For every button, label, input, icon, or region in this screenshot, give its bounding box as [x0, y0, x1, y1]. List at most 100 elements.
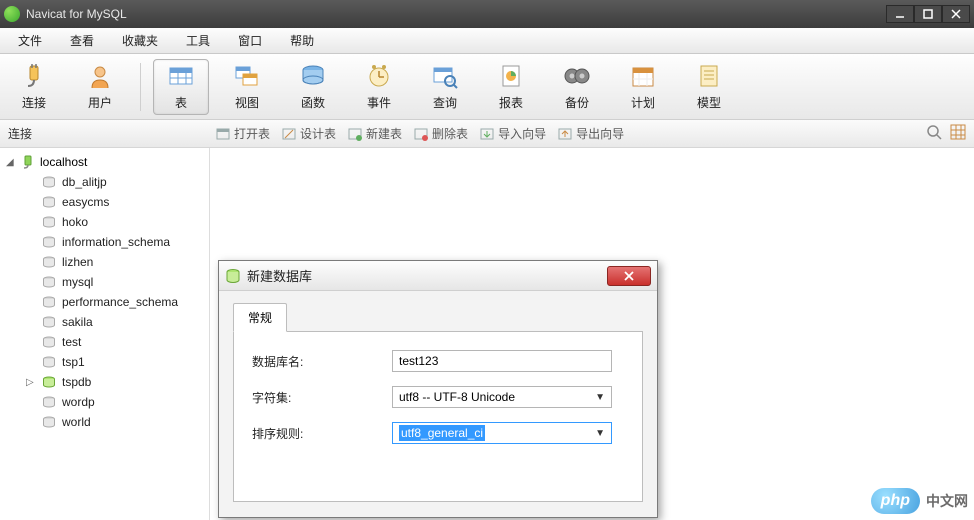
database-icon	[42, 236, 56, 248]
tree-db-label: information_schema	[62, 235, 170, 249]
select-collation[interactable]: utf8_general_ci ▼	[392, 422, 612, 444]
view-icon	[233, 62, 261, 90]
tree-db-label: lizhen	[62, 255, 93, 269]
database-icon	[42, 276, 56, 288]
function-icon	[299, 62, 327, 90]
database-icon	[42, 416, 56, 428]
toolbar-view[interactable]: 视图	[219, 59, 275, 115]
main-toolbar: 连接 用户 表 视图 函数 事件 查询 报表 备份 计划 模型	[0, 54, 974, 120]
toolbar-table[interactable]: 表	[153, 59, 209, 115]
action-design-table[interactable]: 设计表	[282, 125, 336, 142]
tree-db-label: tsp1	[62, 355, 85, 369]
collapse-icon[interactable]: ◢	[6, 157, 16, 168]
action-delete-table[interactable]: 删除表	[414, 125, 468, 142]
menu-tools[interactable]: 工具	[172, 28, 224, 53]
new-database-dialog: 新建数据库 常规 数据库名: 字符集: utf8 -- UTF-8 Unicod…	[218, 260, 658, 518]
table-icon	[167, 62, 195, 90]
tree-db-label: sakila	[62, 315, 93, 329]
window-titlebar: Navicat for MySQL	[0, 0, 974, 28]
query-icon	[431, 62, 459, 90]
action-open-table[interactable]: 打开表	[216, 125, 270, 142]
database-icon	[42, 196, 56, 208]
tree-db-label: test	[62, 335, 81, 349]
tree-db-item[interactable]: lizhen	[0, 252, 209, 272]
tree-db-item[interactable]: ▷ tspdb	[0, 372, 209, 392]
tree-db-item[interactable]: easycms	[0, 192, 209, 212]
search-icon[interactable]	[926, 124, 942, 143]
toolbar-model[interactable]: 模型	[681, 59, 737, 115]
dialog-titlebar[interactable]: 新建数据库	[219, 261, 657, 291]
window-title: Navicat for MySQL	[26, 7, 886, 21]
report-icon	[497, 62, 525, 90]
tree-db-item[interactable]: hoko	[0, 212, 209, 232]
database-icon	[42, 376, 56, 388]
connection-icon	[20, 155, 36, 169]
tree-db-item[interactable]: world	[0, 412, 209, 432]
database-icon	[42, 396, 56, 408]
toolbar-event[interactable]: 事件	[351, 59, 407, 115]
maximize-button[interactable]	[914, 5, 942, 23]
tree-db-item[interactable]: tsp1	[0, 352, 209, 372]
tree-db-label: easycms	[62, 195, 109, 209]
tree-db-item[interactable]: mysql	[0, 272, 209, 292]
connection-label: 连接	[0, 125, 210, 142]
menu-view[interactable]: 查看	[56, 28, 108, 53]
tree-db-item[interactable]: test	[0, 332, 209, 352]
database-icon	[225, 268, 241, 284]
action-export[interactable]: 导出向导	[558, 125, 624, 142]
tree-db-item[interactable]: wordp	[0, 392, 209, 412]
menubar: 文件 查看 收藏夹 工具 窗口 帮助	[0, 28, 974, 54]
minimize-button[interactable]	[886, 5, 914, 23]
dialog-form: 数据库名: 字符集: utf8 -- UTF-8 Unicode ▼ 排序规则:…	[233, 332, 643, 502]
sub-toolbar: 连接 打开表 设计表 新建表 删除表 导入向导 导出向导	[0, 120, 974, 148]
menu-help[interactable]: 帮助	[276, 28, 328, 53]
toolbar-separator	[140, 63, 141, 111]
toolbar-report[interactable]: 报表	[483, 59, 539, 115]
label-collation: 排序规则:	[252, 425, 392, 442]
expand-icon[interactable]: ▷	[26, 377, 36, 388]
grid-view-icon[interactable]	[950, 124, 966, 143]
toolbar-function[interactable]: 函数	[285, 59, 341, 115]
tree-db-item[interactable]: information_schema	[0, 232, 209, 252]
database-icon	[42, 256, 56, 268]
tree-db-item[interactable]: db_alitjp	[0, 172, 209, 192]
tree-db-item[interactable]: performance_schema	[0, 292, 209, 312]
database-icon	[42, 336, 56, 348]
tree-host[interactable]: ◢ localhost	[0, 152, 209, 172]
tree-db-label: db_alitjp	[62, 175, 107, 189]
database-icon	[42, 316, 56, 328]
menu-file[interactable]: 文件	[4, 28, 56, 53]
action-import[interactable]: 导入向导	[480, 125, 546, 142]
menu-favorites[interactable]: 收藏夹	[108, 28, 172, 53]
action-new-table[interactable]: 新建表	[348, 125, 402, 142]
calendar-icon	[629, 62, 657, 90]
database-icon	[42, 296, 56, 308]
tree-db-label: tspdb	[62, 375, 91, 389]
dialog-close-button[interactable]	[607, 266, 651, 286]
backup-icon	[563, 62, 591, 90]
select-charset[interactable]: utf8 -- UTF-8 Unicode ▼	[392, 386, 612, 408]
label-db-name: 数据库名:	[252, 353, 392, 370]
plug-icon	[20, 62, 48, 90]
menu-window[interactable]: 窗口	[224, 28, 276, 53]
tree-db-item[interactable]: sakila	[0, 312, 209, 332]
tree-db-label: wordp	[62, 395, 95, 409]
label-charset: 字符集:	[252, 389, 392, 406]
connection-tree[interactable]: ◢ localhost db_alitjpeasycms hoko informat…	[0, 148, 210, 520]
toolbar-query[interactable]: 查询	[417, 59, 473, 115]
input-db-name[interactable]	[392, 350, 612, 372]
database-icon	[42, 356, 56, 368]
toolbar-backup[interactable]: 备份	[549, 59, 605, 115]
watermark-logo: php 中文网	[871, 488, 968, 514]
toolbar-connect[interactable]: 连接	[6, 59, 62, 115]
tree-host-label: localhost	[40, 155, 87, 169]
logo-site: 中文网	[926, 491, 968, 511]
database-icon	[42, 176, 56, 188]
close-button[interactable]	[942, 5, 970, 23]
tree-db-label: mysql	[62, 275, 93, 289]
tab-general[interactable]: 常规	[233, 303, 287, 332]
tree-db-label: hoko	[62, 215, 88, 229]
toolbar-user[interactable]: 用户	[72, 59, 128, 115]
dialog-tabs: 常规	[233, 303, 643, 332]
toolbar-schedule[interactable]: 计划	[615, 59, 671, 115]
